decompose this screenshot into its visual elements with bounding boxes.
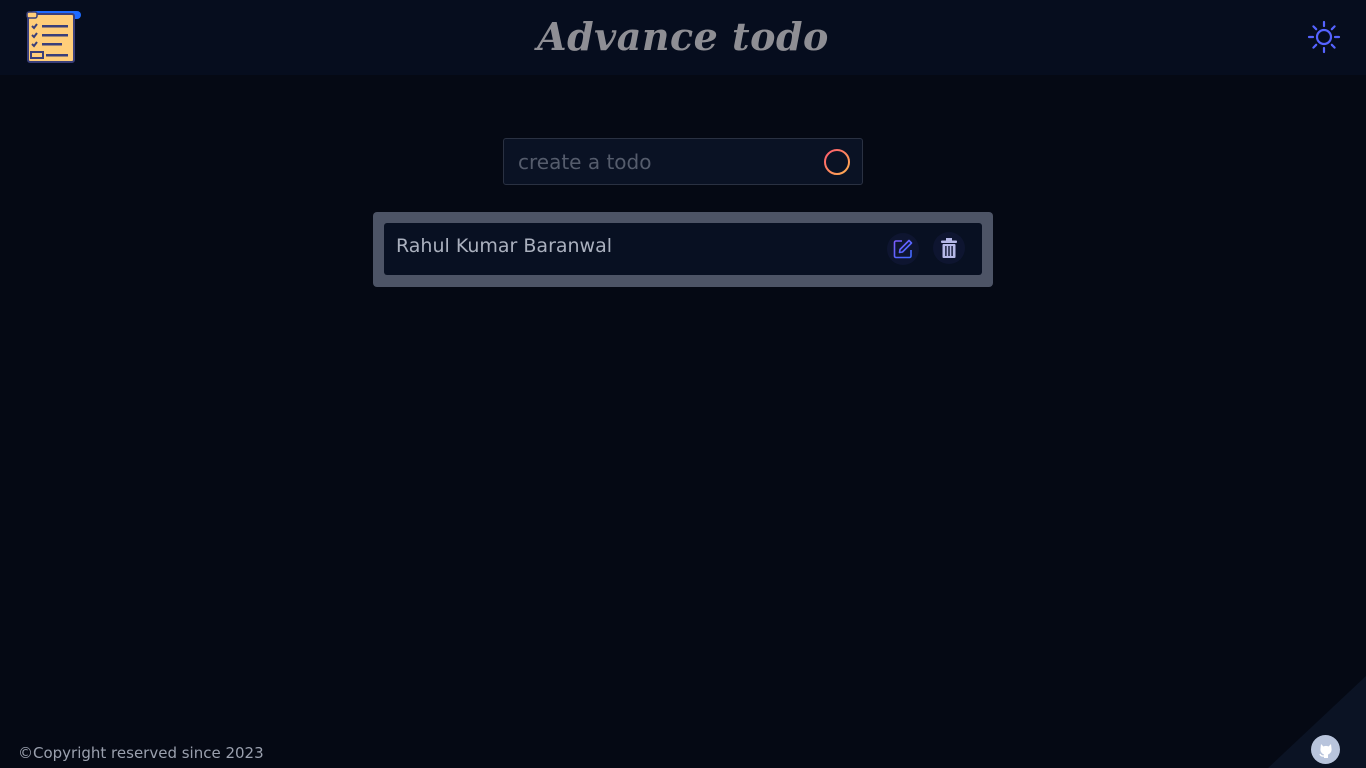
edit-icon[interactable] (887, 233, 919, 265)
app-header: Advance todo (0, 0, 1366, 75)
copyright-text: ©Copyright reserved since 2023 (18, 744, 264, 762)
todo-list: Rahul Kumar Baranwal (373, 212, 993, 287)
app-title: Advance todo (537, 14, 829, 59)
todo-text: Rahul Kumar Baranwal (396, 235, 613, 257)
todo-item: Rahul Kumar Baranwal (384, 223, 982, 275)
sun-icon[interactable] (1307, 20, 1341, 54)
create-todo-form (503, 138, 863, 185)
github-icon[interactable] (1311, 735, 1340, 764)
checklist-icon (26, 10, 82, 64)
create-todo-input[interactable] (504, 139, 809, 184)
trash-icon[interactable] (933, 232, 965, 264)
plus-circle-icon[interactable] (823, 148, 851, 176)
